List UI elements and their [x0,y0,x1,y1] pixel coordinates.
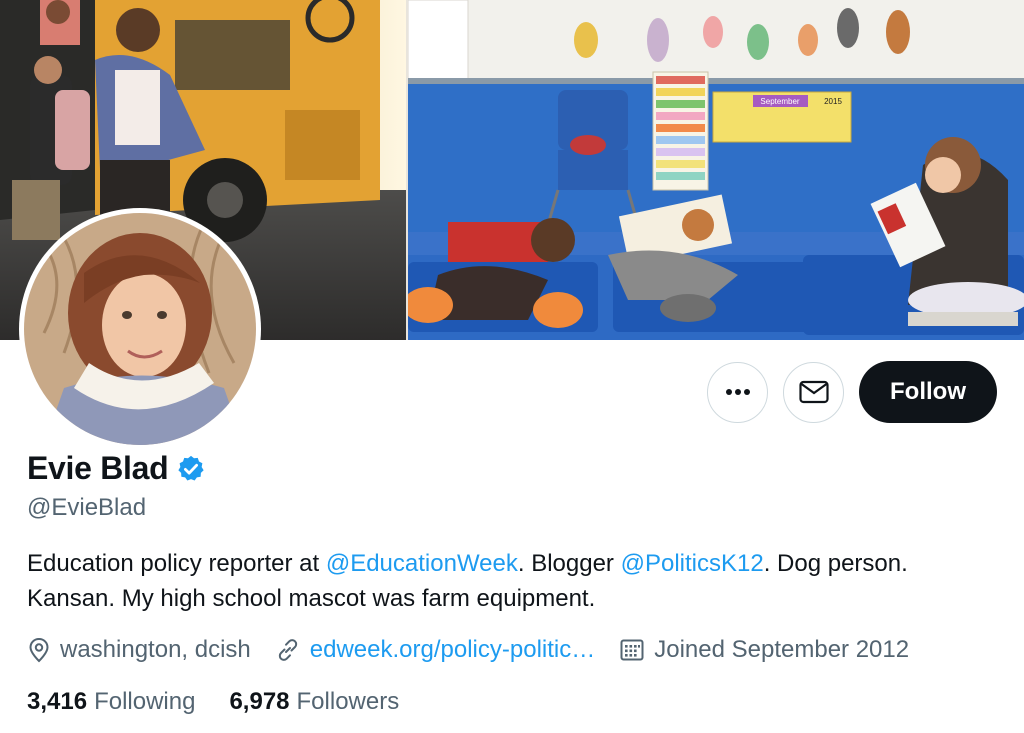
profile-meta: washington, dcish edweek.org/policy-poli… [27,636,933,664]
bio-line-1: Education policy reporter at @EducationW… [27,546,1007,581]
link-icon [278,639,297,661]
bio-text: . Dog person. [763,550,908,577]
envelope-icon [798,380,829,404]
location-pin-icon [29,637,49,663]
classroom-scene: September 2015 [408,0,1024,340]
location-item: washington, dcish [27,636,251,664]
followers-label: Followers [296,688,400,715]
following-count: 3,416 [27,688,88,715]
joined-text: Joined September 2012 [654,636,910,663]
followers-count-link[interactable]: 6,978 Followers [229,688,399,716]
calendar-year-label: 2015 [824,97,842,106]
bio-text: Education policy reporter at [27,550,326,577]
calendar-month-label: September [760,97,799,106]
follow-counts: 3,416 Following 6,978 Followers [27,688,433,716]
joined-item: Joined September 2012 [619,636,909,664]
banner-photo-classroom: September 2015 [408,0,1024,340]
user-handle: @EvieBlad [27,494,147,521]
mention-educationweek-link[interactable]: @EducationWeek [326,550,518,577]
bio-text: . Blogger [517,550,621,577]
more-options-button[interactable] [707,361,768,423]
website-link[interactable]: edweek.org/policy-politic… [310,636,595,664]
daily-schedule-chart [656,76,705,180]
bio-line-2: Kansan. My high school mascot was farm e… [27,585,596,612]
following-count-link[interactable]: 3,416 Following [27,688,195,716]
avatar-frame[interactable] [19,208,261,450]
profile-actions: Follow [707,361,997,423]
more-icon [725,389,750,395]
profile-bio: Education policy reporter at @EducationW… [27,546,1007,616]
mention-politicsk12-link[interactable]: @PoliticsK12 [621,550,764,577]
verified-badge-icon[interactable] [176,454,206,484]
calendar-icon [620,639,644,661]
profile-name-row: Evie Blad [27,450,206,487]
follow-button[interactable]: Follow [859,361,997,423]
message-button[interactable] [783,361,844,423]
display-name: Evie Blad [27,450,169,486]
following-label: Following [94,688,196,715]
website-item[interactable]: edweek.org/policy-politic… [275,636,595,664]
avatar[interactable] [24,213,256,445]
location-text: washington, dcish [60,636,251,663]
followers-count: 6,978 [229,688,290,715]
